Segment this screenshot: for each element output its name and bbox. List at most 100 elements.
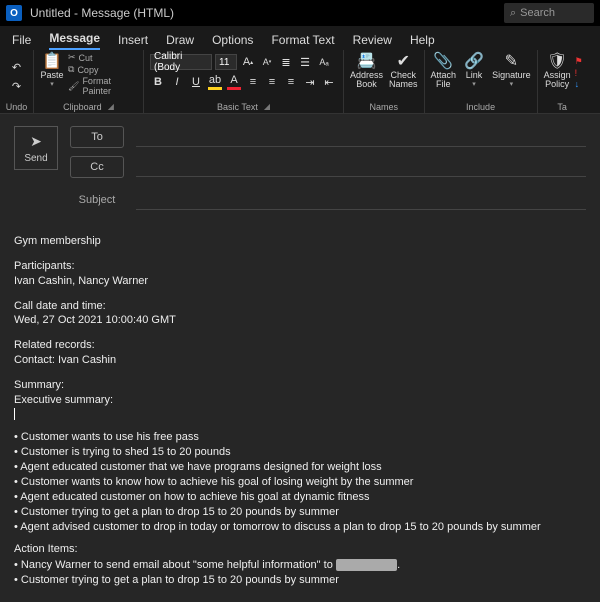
high-importance-button[interactable]: ! [575, 68, 583, 78]
tab-help[interactable]: Help [410, 33, 435, 50]
brush-icon: 🖌 [68, 81, 79, 92]
decrease-font-button[interactable]: A▾ [259, 54, 275, 70]
dialog-launcher-icon[interactable]: ◢ [108, 102, 114, 112]
chevron-down-icon: ▾ [510, 81, 514, 88]
list-item: • Agent educated customer on how to achi… [14, 490, 586, 505]
highlight-button[interactable]: ab [207, 74, 223, 90]
related-records-label: Related records: [14, 339, 95, 351]
group-basic-text: Calibri (Body 11 A▴ A▾ ≣ ☰ Aₐ B I U ab A… [144, 50, 344, 113]
font-name-select[interactable]: Calibri (Body [150, 54, 212, 70]
shield-icon: 🛡 [547, 54, 567, 70]
search-input[interactable]: ⌕ Search [504, 3, 594, 23]
undo-button[interactable]: ↶ [9, 60, 25, 76]
message-body[interactable]: Gym membership Participants: Ivan Cashin… [0, 220, 600, 602]
attach-icon: 📎 [433, 54, 453, 70]
align-center-button[interactable]: ≡ [264, 74, 280, 90]
subject-field[interactable] [136, 190, 586, 210]
list-item: • Customer wants to know how to achieve … [14, 475, 586, 490]
align-left-button[interactable]: ≡ [245, 74, 261, 90]
to-button[interactable]: To [70, 126, 124, 148]
outlook-app-icon: O [6, 5, 22, 21]
tab-file[interactable]: File [12, 33, 31, 50]
group-label-clipboard: Clipboard [63, 102, 102, 112]
participants-label: Participants: [14, 260, 75, 272]
to-field[interactable] [136, 127, 586, 147]
group-include: 📎 Attach File 🔗 Link ▾ ✎ Signature ▾ Inc… [425, 50, 538, 113]
list-item: • Customer is trying to shed 15 to 20 po… [14, 445, 586, 460]
window-title: Untitled - Message (HTML) [30, 6, 174, 20]
copy-button[interactable]: ⧉Copy [68, 64, 139, 75]
address-book-icon: 📇 [357, 54, 377, 70]
cc-button[interactable]: Cc [70, 156, 124, 178]
paste-icon: 📋 [42, 54, 62, 70]
check-names-icon: ✔ [397, 54, 410, 70]
paste-button[interactable]: 📋 Paste ▾ [38, 52, 66, 91]
low-importance-button[interactable]: ↓ [575, 79, 583, 89]
cut-icon: ✂ [68, 52, 76, 63]
align-right-button[interactable]: ≡ [283, 74, 299, 90]
ribbon: ↶ ↷ Undo 📋 Paste ▾ ✂Cut ⧉Copy 🖌Format Pa… [0, 50, 600, 114]
tab-draw[interactable]: Draw [166, 33, 194, 50]
bold-button[interactable]: B [150, 74, 166, 90]
bullets-button[interactable]: ≣ [278, 54, 294, 70]
format-painter-button[interactable]: 🖌Format Painter [68, 76, 139, 96]
tab-review[interactable]: Review [353, 33, 392, 50]
search-placeholder: Search [520, 7, 555, 19]
assign-policy-button[interactable]: 🛡 Assign Policy [542, 52, 573, 92]
list-item: • Customer trying to get a plan to drop … [14, 573, 586, 588]
send-icon: ➤ [30, 133, 42, 150]
italic-button[interactable]: I [169, 74, 185, 90]
call-date-label: Call date and time: [14, 300, 106, 312]
signature-button[interactable]: ✎ Signature ▾ [490, 52, 533, 91]
flag-button[interactable]: ⚑ [575, 56, 583, 67]
contact-value: Contact: Ivan Cashin [14, 354, 116, 366]
cut-button[interactable]: ✂Cut [68, 52, 139, 63]
text-cursor [14, 408, 15, 420]
group-label-include: Include [429, 102, 533, 113]
exec-summary-label: Executive summary: [14, 394, 113, 406]
font-size-select[interactable]: 11 [215, 54, 237, 70]
list-item: • Nancy Warner to send email about "some… [14, 558, 586, 573]
group-clipboard: 📋 Paste ▾ ✂Cut ⧉Copy 🖌Format Painter Cli… [34, 50, 144, 113]
subject-label: Subject [70, 194, 124, 206]
dialog-launcher-icon[interactable]: ◢ [264, 102, 270, 112]
indent-button[interactable]: ⇥ [302, 74, 318, 90]
address-book-button[interactable]: 📇 Address Book [348, 52, 385, 92]
low-icon: ↓ [575, 79, 580, 89]
tab-message[interactable]: Message [49, 31, 100, 50]
titlebar: O Untitled - Message (HTML) ⌕ Search [0, 0, 600, 26]
outdent-button[interactable]: ⇤ [321, 74, 337, 90]
attach-file-button[interactable]: 📎 Attach File [429, 52, 459, 92]
group-label-basic-text: Basic Text [217, 102, 258, 112]
link-button[interactable]: 🔗 Link ▾ [460, 52, 488, 91]
signature-icon: ✎ [505, 54, 518, 70]
participants-value: Ivan Cashin, Nancy Warner [14, 275, 148, 287]
font-color-button[interactable]: A [226, 74, 242, 90]
group-names: 📇 Address Book ✔ Check Names Names [344, 50, 425, 113]
call-date-value: Wed, 27 Oct 2021 10:00:40 GMT [14, 314, 176, 326]
underline-button[interactable]: U [188, 74, 204, 90]
summary-label: Summary: [14, 379, 64, 391]
importance-icon: ! [575, 68, 578, 78]
group-label-undo: Undo [4, 102, 29, 113]
increase-font-button[interactable]: A▴ [240, 54, 256, 70]
styles-button[interactable]: Aₐ [316, 54, 332, 70]
send-button[interactable]: ➤ Send [14, 126, 58, 170]
check-names-button[interactable]: ✔ Check Names [387, 52, 420, 92]
copy-icon: ⧉ [68, 64, 74, 75]
cc-field[interactable] [136, 157, 586, 177]
numbering-button[interactable]: ☰ [297, 54, 313, 70]
group-label-tags: Ta [542, 102, 583, 113]
tab-format-text[interactable]: Format Text [271, 33, 334, 50]
summary-bullets: • Customer wants to use his free pass• C… [14, 430, 586, 534]
group-undo: ↶ ↷ Undo [0, 50, 34, 113]
tab-insert[interactable]: Insert [118, 33, 148, 50]
group-label-names: Names [348, 102, 420, 113]
tab-options[interactable]: Options [212, 33, 253, 50]
search-icon: ⌕ [510, 7, 516, 20]
message-header: ➤ Send To Cc Subject [0, 114, 600, 220]
action-items-label: Action Items: [14, 542, 586, 557]
redo-button[interactable]: ↷ [9, 79, 25, 95]
body-subject: Gym membership [14, 234, 586, 249]
list-item: • Customer trying to get a plan to drop … [14, 505, 586, 520]
